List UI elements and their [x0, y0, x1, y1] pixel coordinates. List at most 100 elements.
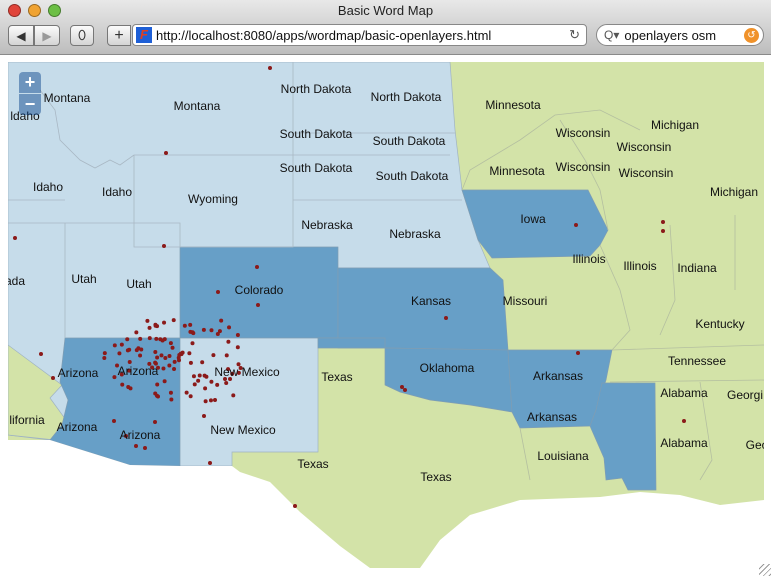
map-marker[interactable] — [293, 504, 297, 508]
map-marker[interactable] — [219, 318, 224, 323]
map-marker[interactable] — [661, 229, 665, 233]
map-marker[interactable] — [209, 379, 214, 384]
map-marker[interactable] — [203, 399, 208, 404]
map-marker[interactable] — [661, 220, 665, 224]
map-marker[interactable] — [155, 382, 160, 387]
map-marker[interactable] — [268, 66, 272, 70]
map-marker[interactable] — [167, 353, 172, 358]
map-marker[interactable] — [112, 343, 117, 348]
map-marker[interactable] — [154, 393, 159, 398]
map-marker[interactable] — [188, 360, 193, 365]
map-marker[interactable] — [169, 397, 174, 402]
map-marker[interactable] — [168, 390, 173, 395]
map-marker[interactable] — [192, 382, 197, 387]
search-input[interactable]: openlayers osm — [624, 28, 716, 43]
map-marker[interactable] — [196, 378, 201, 383]
map-marker[interactable] — [188, 394, 193, 399]
map-marker[interactable] — [200, 360, 205, 365]
map-marker[interactable] — [51, 376, 55, 380]
map-marker[interactable] — [235, 333, 240, 338]
map-marker[interactable] — [180, 350, 185, 355]
shield-icon[interactable]: ⬯ — [70, 25, 94, 46]
map-marker[interactable] — [147, 336, 152, 341]
map-marker[interactable] — [164, 151, 168, 155]
map-marker[interactable] — [191, 374, 196, 379]
map-marker[interactable] — [231, 393, 236, 398]
map-marker[interactable] — [227, 325, 232, 330]
map-marker[interactable] — [168, 341, 173, 346]
map-marker[interactable] — [147, 325, 152, 330]
map-marker[interactable] — [153, 349, 158, 354]
map-marker[interactable] — [13, 236, 17, 240]
add-bookmark-button[interactable]: + — [107, 25, 131, 46]
url-text[interactable]: http://localhost:8080/apps/wordmap/basic… — [156, 28, 491, 43]
map-marker[interactable] — [403, 388, 407, 392]
map-marker[interactable] — [188, 322, 193, 327]
address-bar[interactable]: F http://localhost:8080/apps/wordmap/bas… — [132, 24, 587, 46]
map-marker[interactable] — [184, 390, 189, 395]
map-marker[interactable] — [167, 363, 172, 368]
map-marker[interactable] — [162, 379, 167, 384]
map-marker[interactable] — [136, 346, 141, 351]
map-marker[interactable] — [127, 347, 132, 352]
forward-button[interactable]: ▶ — [34, 25, 60, 46]
map-marker[interactable] — [112, 419, 116, 423]
map-marker[interactable] — [138, 353, 143, 358]
map-marker[interactable] — [226, 339, 231, 344]
map-marker[interactable] — [117, 351, 122, 356]
map-marker[interactable] — [162, 320, 167, 325]
zoom-in-button[interactable]: + — [19, 72, 41, 93]
reload-icon[interactable]: ↻ — [569, 27, 580, 43]
map-marker[interactable] — [682, 419, 686, 423]
map-marker[interactable] — [215, 332, 220, 337]
map-marker[interactable] — [256, 303, 260, 307]
map-marker[interactable] — [125, 337, 130, 342]
map-marker[interactable] — [160, 338, 165, 343]
map-marker[interactable] — [224, 353, 229, 358]
map-marker[interactable] — [134, 330, 139, 335]
map-marker[interactable] — [191, 331, 196, 336]
map-marker[interactable] — [126, 384, 131, 389]
map-marker[interactable] — [138, 336, 143, 341]
map-marker[interactable] — [155, 355, 160, 360]
map-marker[interactable] — [208, 398, 213, 403]
map-marker[interactable] — [235, 345, 240, 350]
map-marker[interactable] — [143, 446, 147, 450]
map-marker[interactable] — [176, 358, 181, 363]
resize-grip[interactable] — [759, 564, 771, 576]
map-marker[interactable] — [255, 265, 259, 269]
map-marker[interactable] — [153, 323, 158, 328]
map-marker[interactable] — [202, 414, 206, 418]
map-marker[interactable] — [120, 382, 125, 387]
map-marker[interactable] — [119, 342, 124, 347]
map-marker[interactable] — [209, 328, 214, 333]
map-marker[interactable] — [171, 318, 176, 323]
map-marker[interactable] — [154, 336, 159, 341]
map-marker[interactable] — [203, 386, 208, 391]
map-marker[interactable] — [190, 341, 195, 346]
map-marker[interactable] — [400, 385, 404, 389]
search-field[interactable]: Q▾ openlayers osm ↺ — [596, 24, 764, 46]
snapback-icon[interactable]: ↺ — [744, 28, 759, 43]
map-marker[interactable] — [197, 373, 202, 378]
map-marker[interactable] — [576, 351, 580, 355]
map-marker[interactable] — [182, 323, 187, 328]
map-viewport[interactable]: Montana ldaho Montana North Dakota North Dak… — [8, 62, 764, 568]
map-marker[interactable] — [134, 444, 138, 448]
map-marker[interactable] — [211, 353, 216, 358]
map-marker[interactable] — [145, 318, 150, 323]
map-marker[interactable] — [112, 375, 117, 380]
map-marker[interactable] — [102, 355, 107, 360]
map-marker[interactable] — [161, 366, 166, 371]
map-marker[interactable] — [163, 355, 168, 360]
map-marker[interactable] — [224, 380, 229, 385]
zoom-out-button[interactable]: − — [19, 94, 41, 115]
search-icon[interactable]: Q▾ — [604, 28, 619, 42]
map-marker[interactable] — [159, 353, 164, 358]
map-marker[interactable] — [172, 359, 177, 364]
map-marker[interactable] — [172, 367, 177, 372]
map-marker[interactable] — [162, 244, 166, 248]
map-marker[interactable] — [444, 316, 448, 320]
map-marker[interactable] — [208, 461, 212, 465]
map-marker[interactable] — [39, 352, 43, 356]
